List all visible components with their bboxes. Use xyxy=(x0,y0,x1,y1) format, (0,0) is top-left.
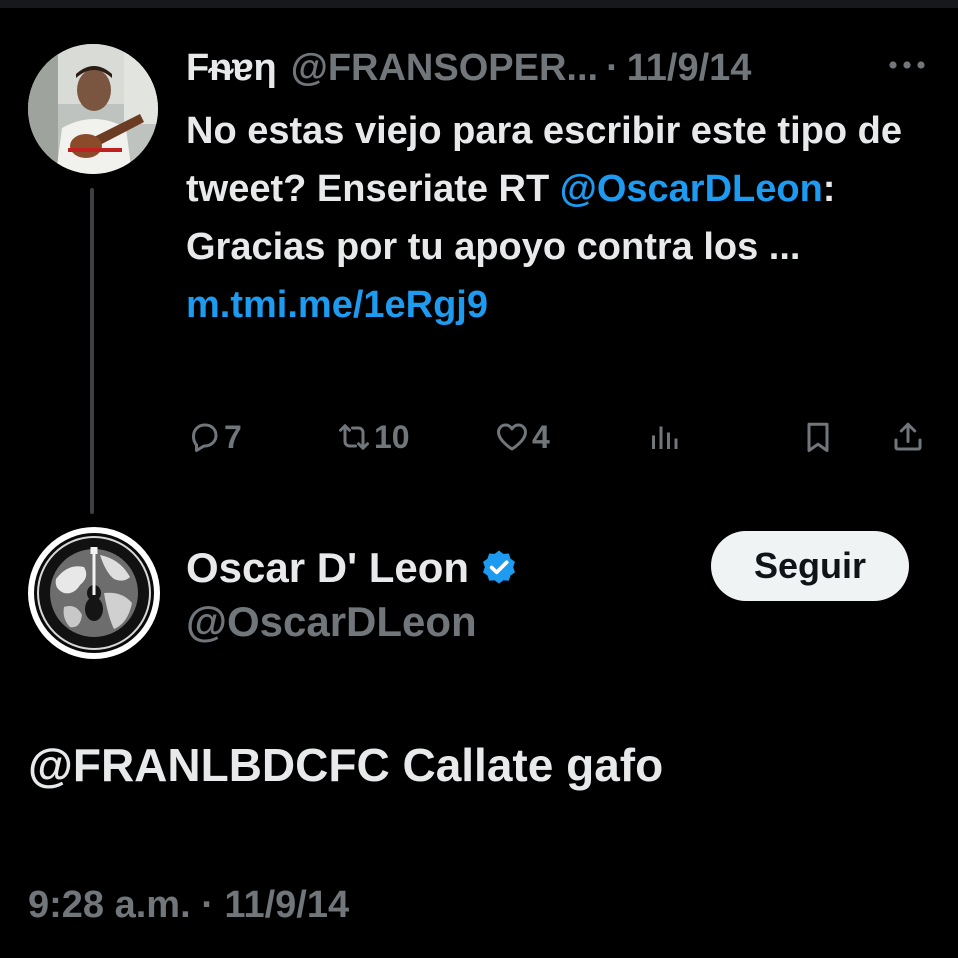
more-icon[interactable] xyxy=(884,50,930,80)
handle[interactable]: @FRANSOPER... xyxy=(291,47,598,90)
tweet-header: Fᵰɐη @FRANSOPER... · 11/9/14 xyxy=(186,44,936,92)
display-name[interactable]: Oscar D' Leon xyxy=(186,544,469,592)
share-button[interactable] xyxy=(890,412,926,462)
handle[interactable]: @OscarDLeon xyxy=(186,596,477,648)
tweet-text: No estas viejo para escribir este tipo d… xyxy=(186,102,906,334)
like-icon xyxy=(497,423,527,451)
tweet-timestamp[interactable]: 9:28 a.m. · 11/9/14 xyxy=(28,884,349,927)
like-count: 4 xyxy=(532,418,550,455)
bookmark-icon xyxy=(807,422,829,452)
retweet-icon xyxy=(339,424,369,450)
avatar[interactable] xyxy=(28,44,158,174)
reply-button[interactable]: 7 xyxy=(186,412,242,462)
reply-icon xyxy=(192,423,218,452)
display-name[interactable]: Fᵰɐη xyxy=(186,47,277,90)
like-button[interactable]: 4 xyxy=(494,412,550,462)
views-button[interactable] xyxy=(646,412,682,462)
retweet-count: 10 xyxy=(374,418,410,455)
verified-badge-icon[interactable] xyxy=(479,548,519,588)
thread-connector xyxy=(90,188,94,514)
tweet-actions: 7 10 4 xyxy=(0,412,958,462)
mention-link[interactable]: @OscarDLeon xyxy=(560,168,823,210)
date-separator: · xyxy=(606,46,619,89)
share-icon xyxy=(894,422,922,451)
avatar-image xyxy=(34,533,154,653)
display-name-row: Oscar D' Leon xyxy=(186,540,519,596)
avatar[interactable] xyxy=(28,527,160,659)
tweet-text: @FRANLBDCFC Callate gafo xyxy=(28,739,664,791)
url-link[interactable]: m.tmi.me/1eRgj9 xyxy=(186,284,488,326)
top-divider xyxy=(0,0,958,8)
retweet-button[interactable]: 10 xyxy=(336,412,410,462)
follow-button[interactable]: Seguir xyxy=(711,531,909,601)
views-icon xyxy=(652,426,678,449)
reply-count: 7 xyxy=(224,418,242,455)
bookmark-button[interactable] xyxy=(800,412,836,462)
tweet-date[interactable]: 11/9/14 xyxy=(627,47,752,90)
